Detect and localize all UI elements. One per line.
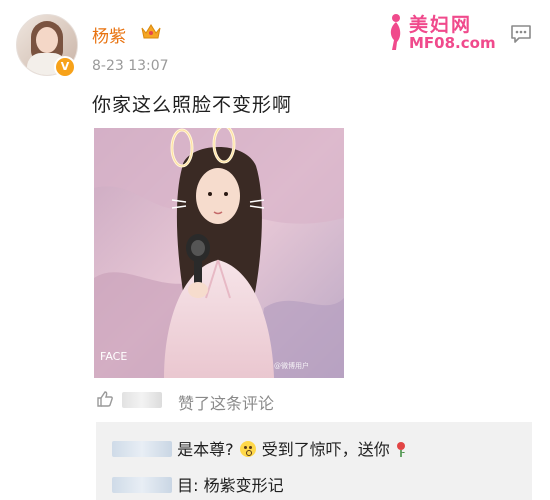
watermark-bottom-text: MF08.com bbox=[409, 34, 496, 52]
reply-text: 目: 杨紫变形记 bbox=[177, 476, 284, 495]
watermark-top-text: 美妇网 bbox=[409, 14, 473, 36]
author-name[interactable]: 杨紫 bbox=[92, 22, 126, 47]
menu-icon[interactable] bbox=[510, 24, 532, 44]
reply-text: 是本尊? bbox=[177, 440, 234, 459]
like-text: 赞了这条评论 bbox=[178, 394, 275, 413]
photo-illustration: FACE @微博用户 bbox=[94, 128, 344, 378]
site-watermark: 美妇网 MF08.com bbox=[385, 8, 496, 56]
like-icon[interactable] bbox=[96, 390, 114, 408]
reply-line-1[interactable]: 是本尊? 受到了惊吓，送你 bbox=[112, 436, 406, 460]
post-photo[interactable]: FACE @微博用户 bbox=[94, 128, 344, 378]
reply-text-after-emoji: 受到了惊吓，送你 bbox=[261, 440, 390, 459]
blurred-username bbox=[112, 441, 172, 457]
crown-icon bbox=[141, 24, 161, 39]
emoji-icon bbox=[239, 441, 256, 457]
reply-box: 是本尊? 受到了惊吓，送你 目: 杨紫变形记 bbox=[96, 422, 532, 500]
rose-icon bbox=[396, 442, 405, 457]
photo-caption-left: FACE bbox=[100, 350, 127, 363]
blurred-username bbox=[112, 477, 172, 493]
post-text: 你家这么照脸不变形啊 bbox=[92, 94, 293, 116]
photo-caption-right: @微博用户 bbox=[274, 361, 309, 370]
blurred-username bbox=[122, 392, 162, 408]
post-timestamp: 8-23 13:07 bbox=[92, 58, 169, 74]
like-row: 赞了这条评论 bbox=[96, 388, 396, 413]
watermark-logo-icon bbox=[390, 14, 401, 50]
reply-line-2[interactable]: 目: 杨紫变形记 bbox=[112, 472, 284, 496]
verified-badge: V bbox=[54, 56, 76, 78]
